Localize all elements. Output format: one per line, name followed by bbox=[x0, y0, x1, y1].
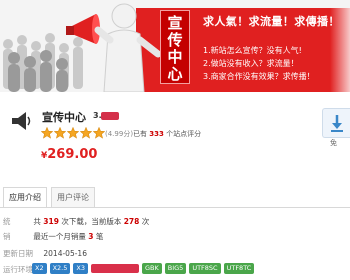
product-title: 宣传中心 bbox=[42, 111, 86, 124]
sales-label: 销 bbox=[3, 232, 11, 241]
download-current: 278 bbox=[123, 217, 140, 226]
update-date-label: 更新日期 bbox=[3, 249, 33, 258]
env-badge-utf8tc: UTF8TC bbox=[223, 263, 255, 274]
rating-score: (4.99分) bbox=[105, 130, 134, 138]
download-stats-label: 统 bbox=[3, 217, 11, 226]
banner-line-3: 3.商家合作没有效果？求传播！ bbox=[203, 72, 315, 81]
rating-stars bbox=[41, 127, 105, 139]
banner-vertical-title: 宣传中心 bbox=[167, 14, 183, 83]
download-button[interactable] bbox=[322, 108, 350, 138]
tab-bar: 应用介绍 用户评论 bbox=[0, 187, 350, 208]
price-value: 269.00 bbox=[47, 147, 98, 162]
star-icon bbox=[67, 127, 79, 139]
download-stats-prefix: 共 bbox=[33, 217, 41, 226]
sales-suffix: 笔 bbox=[95, 232, 104, 241]
megaphone-icon bbox=[12, 112, 31, 130]
tab-app-intro[interactable]: 应用介绍 bbox=[3, 187, 47, 207]
rated-count: 已有 333 个站点评分 bbox=[133, 129, 201, 139]
sales-count: 3 bbox=[88, 232, 94, 241]
download-stats-suffix: 次 bbox=[141, 217, 150, 226]
star-icon bbox=[41, 127, 53, 139]
env-badge-x2-5: X2.5 bbox=[49, 263, 71, 274]
redacted-badge bbox=[90, 264, 139, 273]
product-price: ¥269.00 bbox=[41, 147, 97, 162]
env-badge-utf8sc: UTF8SC bbox=[189, 263, 221, 274]
promo-banner: 宣传中心 求人氣！求流量！求傳播！ 1.新站怎么宣传？没有人气! 2.做站没有收… bbox=[0, 0, 350, 92]
download-icon bbox=[331, 115, 343, 132]
megaphone-man-illustration bbox=[66, 3, 162, 92]
banner-vertical-box: 宣传中心 bbox=[160, 10, 190, 84]
sales-prefix: 最近一个月销量 bbox=[33, 232, 86, 241]
banner-line-2: 2.做站没有收入？求流量！ bbox=[203, 59, 299, 68]
banner-headline: 求人氣！求流量！求傳播！ bbox=[203, 15, 340, 28]
rated-prefix: 已有 bbox=[133, 130, 147, 138]
runtime-env-badges: X2 X2.5 X3 GBK BIG5 UTF8SC UTF8TC bbox=[32, 263, 255, 274]
runtime-env-row: 运行环境 bbox=[3, 264, 33, 275]
sales-row: 销 最近一个月销量 3 笔 bbox=[3, 231, 103, 242]
env-badge-big5: BIG5 bbox=[164, 263, 187, 274]
runtime-env-label: 运行环境 bbox=[3, 265, 33, 274]
download-total: 319 bbox=[43, 217, 59, 226]
star-icon bbox=[93, 127, 105, 139]
download-label: 免 bbox=[330, 139, 337, 147]
env-badge-gbk: GBK bbox=[141, 263, 162, 274]
star-icon bbox=[80, 127, 92, 139]
tab-user-reviews[interactable]: 用户评论 bbox=[51, 187, 95, 207]
banner-line-1: 1.新站怎么宣传？没有人气! bbox=[203, 46, 302, 55]
download-stats-row: 统 共 319 次下载，当前版本 278 次 bbox=[3, 216, 149, 227]
redacted-version-mark bbox=[101, 112, 119, 120]
update-date-row: 更新日期 2014-05-16 bbox=[3, 248, 87, 259]
rated-suffix: 个站点评分 bbox=[166, 130, 202, 138]
update-date-value: 2014-05-16 bbox=[43, 249, 87, 258]
env-badge-x3: X3 bbox=[73, 263, 88, 274]
star-icon bbox=[54, 127, 66, 139]
rated-number: 333 bbox=[149, 130, 164, 138]
download-stats-middle: 次下载，当前版本 bbox=[61, 217, 122, 226]
env-badge-x2: X2 bbox=[32, 263, 47, 274]
